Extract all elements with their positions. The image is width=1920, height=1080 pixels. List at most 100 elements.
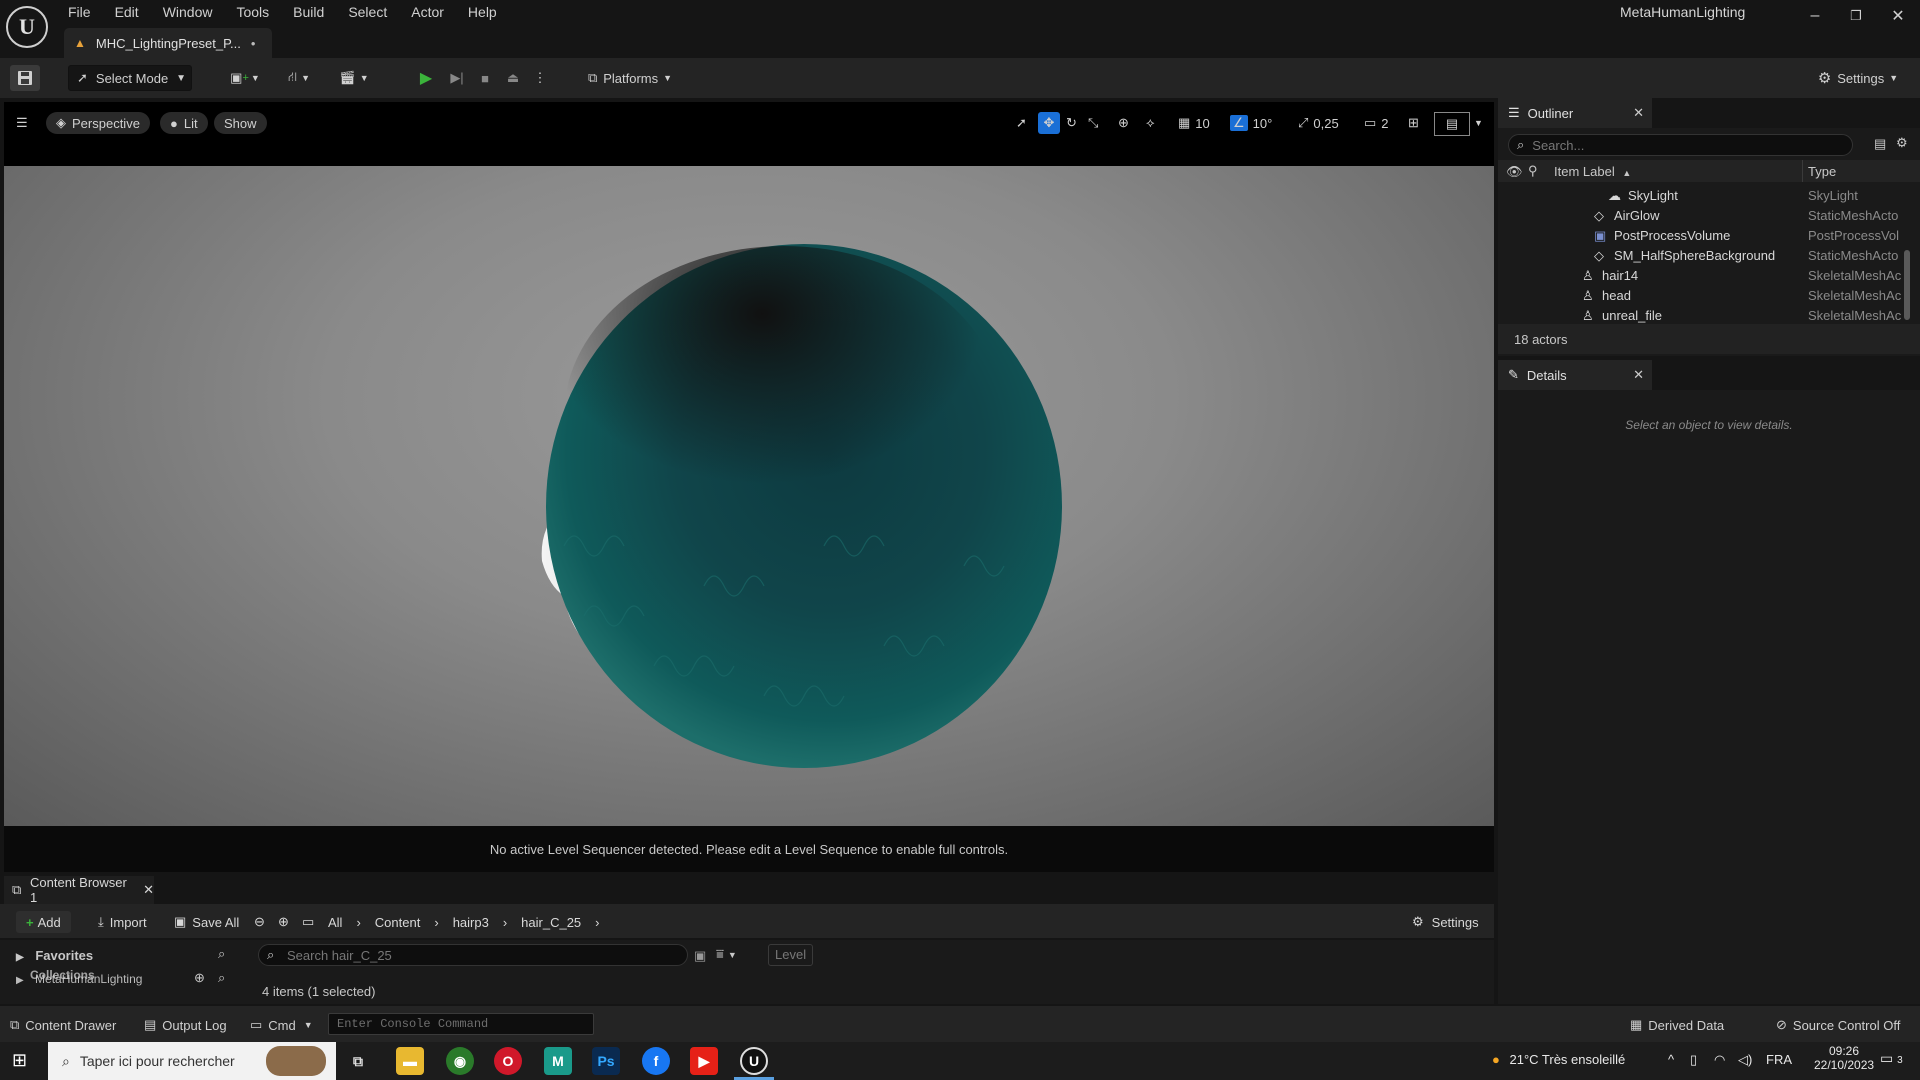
- wifi-icon[interactable]: ◠: [1714, 1052, 1725, 1068]
- content-browser-tab[interactable]: ⧉ Content Browser 1 ✕: [4, 875, 154, 905]
- close-icon[interactable]: ✕: [1633, 105, 1644, 121]
- rotation-snap-button[interactable]: ∠ 10°: [1230, 112, 1272, 134]
- menu-help[interactable]: Help: [468, 0, 497, 24]
- eject-icon[interactable]: ⏏: [500, 65, 526, 91]
- save-icon[interactable]: [10, 65, 40, 91]
- more-options-icon[interactable]: ⋮: [528, 65, 552, 91]
- search-icon[interactable]: ⌕: [218, 970, 225, 986]
- console-command-input[interactable]: Enter Console Command: [328, 1013, 594, 1035]
- source-control-button[interactable]: ⊘ Source Control Off: [1776, 1015, 1900, 1035]
- chrome-icon[interactable]: ◉: [446, 1047, 474, 1075]
- show-button[interactable]: Show: [214, 112, 267, 134]
- pin-icon[interactable]: ⚲: [1528, 163, 1538, 179]
- translate-tool-icon[interactable]: ✥: [1038, 112, 1060, 134]
- asset-search-input[interactable]: ⌕ Search hair_C_25: [258, 944, 688, 966]
- outliner-row[interactable]: ♙ head SkeletalMeshAc: [1498, 286, 1904, 306]
- battery-icon[interactable]: ▯: [1690, 1052, 1697, 1068]
- folder-icon[interactable]: ▭: [302, 911, 314, 933]
- play-icon[interactable]: ▶: [412, 65, 440, 91]
- scale-snap-button[interactable]: ⤢ 0,25: [1298, 112, 1339, 134]
- opera-icon[interactable]: O: [494, 1047, 522, 1075]
- favorites-section[interactable]: ▶ Favorites: [16, 948, 93, 963]
- close-window-button[interactable]: ✕: [1878, 2, 1918, 30]
- outliner-row[interactable]: ♙ hair14 SkeletalMeshAc: [1498, 266, 1904, 286]
- details-tab[interactable]: ✎ Details ✕: [1498, 360, 1652, 390]
- add-button[interactable]: + Add: [16, 911, 71, 933]
- close-icon[interactable]: ✕: [1633, 367, 1644, 383]
- outliner-row[interactable]: ▣ PostProcessVolume PostProcessVol: [1498, 226, 1904, 246]
- scale-tool-icon[interactable]: ⤡: [1088, 112, 1098, 134]
- menu-select[interactable]: Select: [348, 0, 387, 24]
- stop-icon[interactable]: ■: [472, 65, 498, 91]
- world-space-icon[interactable]: ⊕: [1118, 112, 1129, 134]
- filter-icon[interactable]: ⩸ ▼: [716, 946, 737, 962]
- facebook-icon[interactable]: f: [642, 1047, 670, 1075]
- add-folder-icon[interactable]: ▤: [1874, 136, 1886, 152]
- metahuman-app-icon[interactable]: M: [544, 1047, 572, 1075]
- lit-button[interactable]: ● Lit: [160, 112, 208, 134]
- forward-icon[interactable]: ⊕: [278, 911, 289, 933]
- windows-start-icon[interactable]: ⊞: [12, 1050, 27, 1071]
- viewport-layout-icon[interactable]: ▤: [1434, 112, 1470, 136]
- file-explorer-icon[interactable]: ▬: [396, 1047, 424, 1075]
- breadcrumb-hairp3[interactable]: hairp3: [453, 915, 489, 930]
- visibility-eye-icon[interactable]: 👁︎: [1506, 164, 1523, 180]
- content-browser-settings-button[interactable]: ⚙ Settings: [1412, 911, 1479, 933]
- breadcrumb-hair-c-25[interactable]: hair_C_25: [521, 915, 581, 930]
- outliner-tab[interactable]: ☰ Outliner ✕: [1498, 98, 1652, 128]
- level-viewport[interactable]: ☰ ◈ Perspective ● Lit Show ➚ ✥ ↻ ⤡ ⊕ ⟡ ▦…: [4, 102, 1494, 872]
- grid-snap-button[interactable]: ▦ 10: [1178, 112, 1210, 134]
- unreal-logo-icon[interactable]: U: [6, 6, 48, 48]
- camera-speed-button[interactable]: ▭ 2: [1364, 112, 1389, 134]
- outliner-row[interactable]: ◇ SM_HalfSphereBackground StaticMeshActo: [1498, 246, 1904, 266]
- chevron-up-icon[interactable]: ^: [1668, 1052, 1674, 1067]
- menu-tools[interactable]: Tools: [236, 0, 269, 24]
- menu-window[interactable]: Window: [163, 0, 213, 24]
- weather-widget[interactable]: ● 21°C Très ensoleillé: [1492, 1052, 1625, 1067]
- notifications-button[interactable]: ▭ 3: [1880, 1050, 1903, 1067]
- document-tab[interactable]: ▲ MHC_LightingPreset_P... •: [64, 28, 272, 58]
- layout-icon[interactable]: ⊞: [1408, 112, 1419, 134]
- perspective-button[interactable]: ◈ Perspective: [46, 112, 150, 134]
- volume-icon[interactable]: ◁): [1738, 1052, 1752, 1068]
- outliner-row[interactable]: ☁ SkyLight SkyLight: [1498, 186, 1904, 206]
- close-icon[interactable]: ✕: [143, 882, 154, 898]
- gear-icon[interactable]: ⚙: [1896, 135, 1908, 151]
- outliner-row[interactable]: ◇ AirGlow StaticMeshActo: [1498, 206, 1904, 226]
- level-filter-chip[interactable]: Level: [768, 944, 814, 966]
- back-icon[interactable]: ⊖: [254, 911, 265, 933]
- save-search-icon[interactable]: ▣: [694, 948, 706, 964]
- menu-file[interactable]: File: [68, 0, 91, 24]
- minimize-button[interactable]: –: [1795, 2, 1835, 30]
- cmd-dropdown[interactable]: ▭ Cmd ▼: [250, 1015, 313, 1035]
- select-mode-dropdown[interactable]: ➚ Select Mode ▼: [68, 65, 192, 91]
- import-button[interactable]: ⤓ Import: [98, 911, 147, 933]
- derived-data-button[interactable]: ▦ Derived Data: [1630, 1015, 1724, 1035]
- settings-dropdown[interactable]: ⚙ Settings ▼: [1810, 65, 1906, 91]
- breadcrumb-content[interactable]: Content: [375, 915, 421, 930]
- menu-actor[interactable]: Actor: [411, 0, 444, 24]
- add-actor-icon[interactable]: ▣ + ▼: [226, 65, 264, 91]
- chevron-down-icon[interactable]: ▼: [1474, 112, 1483, 134]
- surface-snap-icon[interactable]: ⟡: [1146, 112, 1155, 134]
- outliner-search-input[interactable]: ⌕ Search...: [1508, 134, 1853, 156]
- taskbar-search-input[interactable]: ⌕ Taper ici pour rechercher: [48, 1042, 336, 1080]
- photoshop-icon[interactable]: Ps: [592, 1047, 620, 1075]
- language-indicator[interactable]: FRA: [1766, 1052, 1792, 1067]
- output-log-button[interactable]: ▤ Output Log: [144, 1015, 227, 1035]
- youtube-icon[interactable]: ▶: [690, 1047, 718, 1075]
- step-icon[interactable]: ▶|: [444, 65, 470, 91]
- content-drawer-button[interactable]: ⧉ Content Drawer: [10, 1015, 116, 1035]
- search-icon[interactable]: ⌕: [218, 946, 225, 962]
- outliner-scrollbar[interactable]: [1904, 250, 1910, 320]
- rotate-tool-icon[interactable]: ↻: [1066, 112, 1077, 134]
- restore-button[interactable]: ❐: [1836, 2, 1876, 30]
- item-label-column-header[interactable]: Item Label ▲: [1554, 164, 1631, 179]
- type-column-header[interactable]: Type: [1808, 164, 1836, 179]
- outliner-row[interactable]: ♙ unreal_file SkeletalMeshAc: [1498, 306, 1904, 326]
- task-view-icon[interactable]: ⧉: [344, 1047, 372, 1075]
- scene-view[interactable]: [4, 166, 1494, 826]
- select-tool-icon[interactable]: ➚: [1016, 112, 1027, 134]
- blueprint-icon[interactable]: ⛙ ▼: [280, 65, 318, 91]
- breadcrumb-all[interactable]: All: [328, 915, 342, 930]
